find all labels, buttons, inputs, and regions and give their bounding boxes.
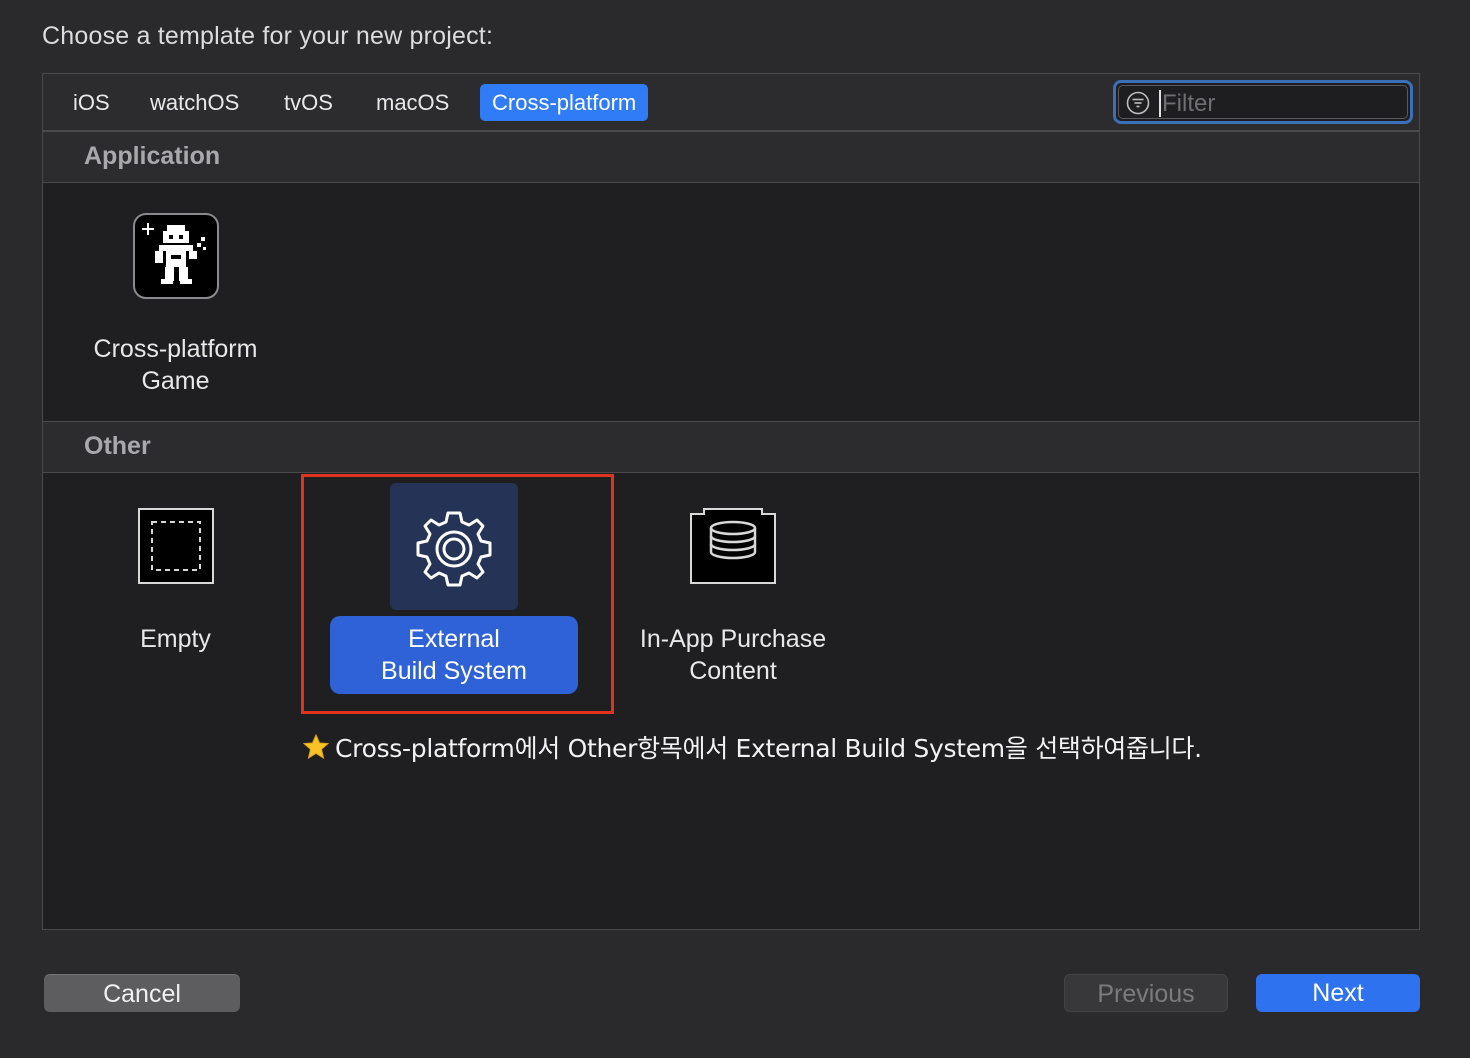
section-title: Application — [84, 142, 221, 170]
template-label: Empty — [140, 625, 211, 653]
filter-icon — [1126, 91, 1150, 115]
previous-button[interactable]: Previous — [1064, 974, 1228, 1012]
star-icon — [302, 733, 330, 760]
template-label: In-App Purchase Content — [639, 625, 827, 685]
empty-template-icon — [138, 508, 214, 584]
annotation-text: Cross-platform에서 Other항목에서 External Buil… — [335, 734, 1202, 763]
dialog-title: Choose a template for your new project: — [42, 22, 494, 50]
template-label: Cross-platform Game — [93, 335, 258, 395]
tab-tvos[interactable]: tvOS — [272, 84, 345, 121]
template-empty[interactable]: Empty — [103, 489, 248, 669]
cancel-button[interactable]: Cancel — [44, 974, 240, 1012]
tab-macos[interactable]: macOS — [364, 84, 461, 121]
section-header-other: Other — [43, 421, 1419, 473]
annotation-note: Cross-platform에서 Other항목에서 External Buil… — [302, 729, 1202, 765]
section-header-application: Application — [43, 131, 1419, 183]
game-sprite-icon — [133, 213, 219, 299]
next-button[interactable]: Next — [1256, 974, 1420, 1012]
tab-ios[interactable]: iOS — [61, 84, 122, 121]
filter-input[interactable] — [1160, 87, 1404, 121]
template-external-build-system[interactable]: External Build System — [330, 483, 578, 694]
template-cross-platform-game[interactable]: Cross-platform Game — [83, 194, 268, 404]
gear-icon — [416, 511, 492, 587]
section-title: Other — [84, 432, 151, 460]
tab-cross-platform[interactable]: Cross-platform — [480, 84, 649, 121]
template-panel: iOS watchOS tvOS macOS Cross-platform Ap… — [42, 73, 1420, 930]
template-label: External Build System — [381, 625, 527, 685]
platform-tabbar: iOS watchOS tvOS macOS Cross-platform — [43, 74, 1419, 131]
in-app-purchase-icon — [690, 508, 776, 584]
filter-field[interactable] — [1113, 80, 1413, 124]
template-in-app-purchase-content[interactable]: In-App Purchase Content — [623, 489, 843, 685]
tab-watchos[interactable]: watchOS — [138, 84, 251, 121]
